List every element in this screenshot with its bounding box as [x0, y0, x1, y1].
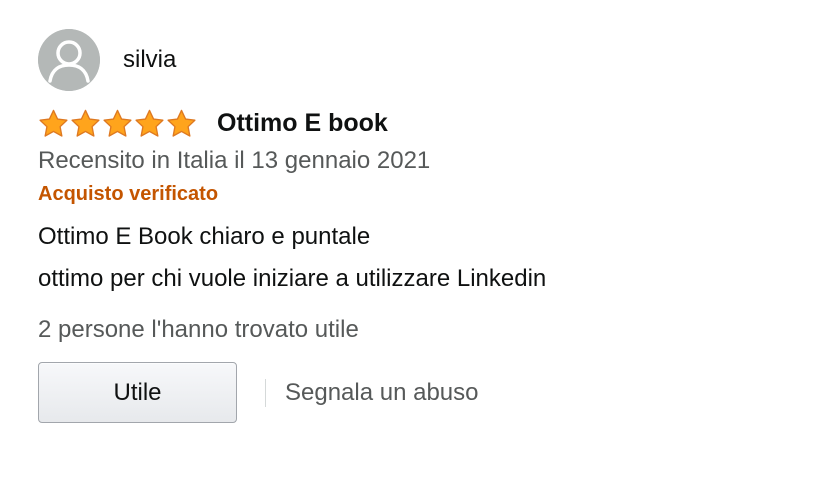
review-date: Recensito in Italia il 13 gennaio 2021 [38, 147, 431, 174]
verified-purchase-badge[interactable]: Acquisto verificato [38, 183, 798, 206]
star-icon [71, 109, 100, 137]
review-title-row: Ottimo E book [38, 105, 798, 141]
default-avatar-icon [38, 29, 100, 91]
divider [265, 378, 266, 407]
star-icon [39, 109, 68, 137]
review-actions: Utile Segnala un abuso [38, 362, 798, 423]
useful-button[interactable]: Utile [38, 362, 237, 423]
review-card: silvia Ottimo E book Recensito in Italia… [38, 28, 798, 423]
review-title[interactable]: Ottimo E book [217, 109, 388, 138]
report-abuse-link[interactable]: Segnala un abuso [285, 379, 479, 407]
helpful-count: 2 persone l'hanno trovato utile [38, 316, 359, 343]
star-icon [135, 109, 164, 137]
review-body-line: ottimo per chi vuole iniziare a utilizza… [38, 265, 547, 292]
reviewer-profile[interactable]: silvia [38, 28, 798, 92]
star-icon [167, 109, 196, 137]
star-icon [103, 109, 132, 137]
star-rating[interactable] [38, 108, 197, 139]
review-body: Ottimo E Book chiaro e puntale ottimo pe… [38, 216, 798, 300]
reviewer-name[interactable]: silvia [123, 46, 176, 74]
review-body-line: Ottimo E Book chiaro e puntale [38, 223, 371, 250]
